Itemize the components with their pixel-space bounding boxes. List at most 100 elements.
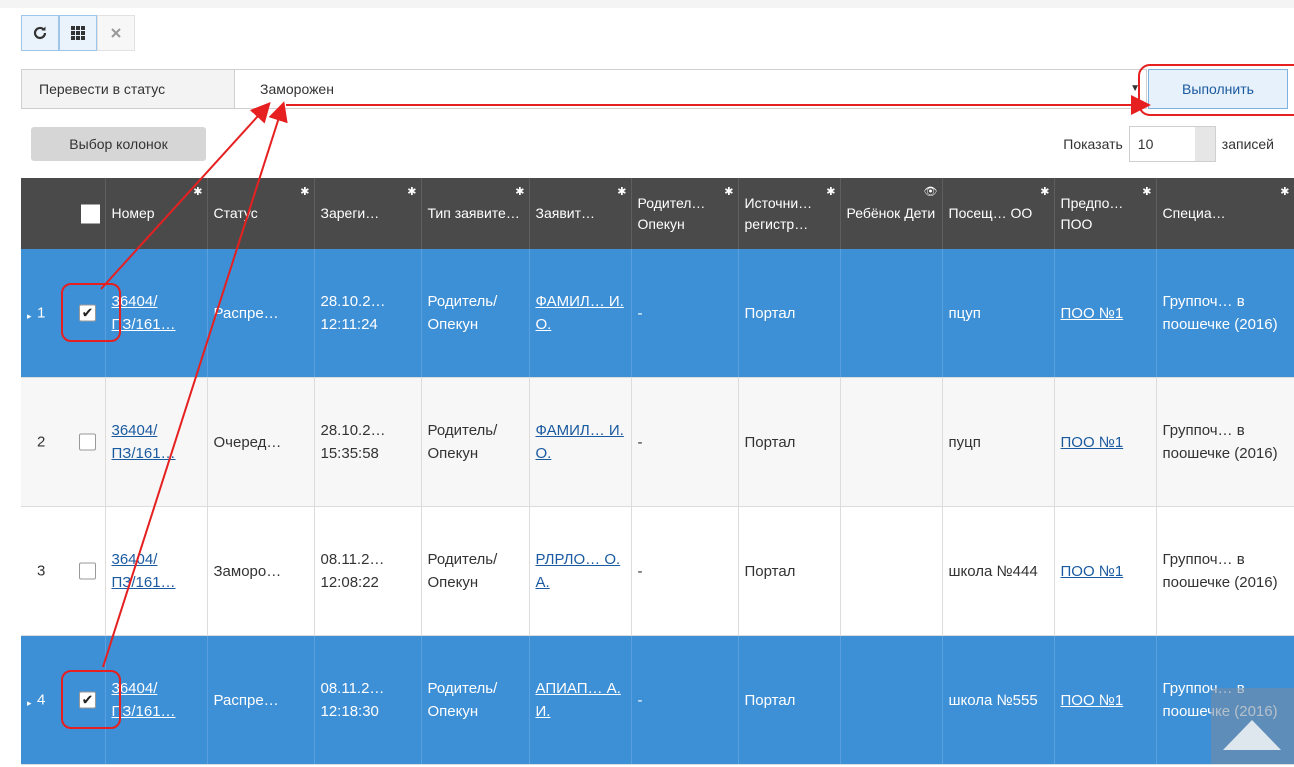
table-header-row: Номер ✱ Статус ✱ Зареги… ✱ Тип заявите… ✱ За…	[21, 178, 1294, 249]
cell-child	[840, 377, 943, 507]
cell-applicant: РЛРЛО… О. А.	[529, 506, 632, 636]
link-number[interactable]: 36404/ ПЗ/161…	[112, 680, 176, 720]
gear-icon[interactable]: ✱	[193, 182, 202, 203]
cell-parent: -	[631, 506, 739, 636]
header-applicant-type[interactable]: Тип заявите… ✱	[421, 178, 530, 249]
header-select-all	[21, 178, 106, 249]
cell-applicant: АПИАП… А. И.	[529, 635, 632, 765]
table-row[interactable]: 2 36404/ ПЗ/161… Очеред… 28.10.2… 15:35:58 Ро…	[21, 377, 1294, 507]
gear-icon[interactable]: ✱	[1040, 182, 1049, 203]
text-org: школа №444	[948, 562, 1038, 580]
header-specialty[interactable]: Специа… ✱	[1156, 178, 1294, 249]
gear-icon[interactable]: ✱	[724, 182, 733, 203]
table-row[interactable]: ▸ 1 ✔ 36404/ ПЗ/161… Распре… 28.10.2… 12:11:24…	[21, 249, 1294, 378]
link-pref[interactable]: ПОО №1	[1061, 305, 1124, 322]
close-button[interactable]	[97, 15, 135, 51]
cell-pref: ПОО №1	[1054, 635, 1157, 765]
header-applicant[interactable]: Заявит… ✱	[529, 178, 632, 249]
cell-org: пуцп	[942, 377, 1055, 507]
row-number: 1	[37, 304, 46, 322]
close-icon	[111, 28, 121, 38]
table-row[interactable]: ▸ 4 ✔ 36404/ ПЗ/161… Распре… 08.11.2… 12:18:30…	[21, 635, 1294, 765]
grid-button[interactable]	[59, 15, 97, 51]
row-checkbox[interactable]	[79, 433, 96, 451]
gear-icon[interactable]: ✱	[407, 182, 416, 203]
cell-type: Родитель/ Опекун	[421, 635, 530, 765]
refresh-button[interactable]	[21, 15, 59, 51]
cell-number: 36404/ ПЗ/161…	[105, 506, 208, 636]
link-pref[interactable]: ПОО №1	[1061, 563, 1124, 580]
text-status: Очеред…	[213, 433, 282, 451]
cell-spec: Группоч… в поошечке (2016)	[1156, 506, 1294, 636]
page-size-value: 10	[1137, 136, 1154, 152]
gear-icon[interactable]: ✱	[515, 182, 524, 203]
cell-parent: -	[631, 249, 739, 378]
status-selected-value: Заморожен	[260, 81, 334, 97]
execute-button[interactable]: Выполнить	[1148, 69, 1288, 109]
gear-icon[interactable]: ✱	[300, 182, 309, 203]
gear-icon[interactable]: ✱	[1280, 182, 1289, 203]
header-preferred-org[interactable]: Предпо… ПОО ✱	[1054, 178, 1157, 249]
cell-pref: ПОО №1	[1054, 506, 1157, 636]
select-all-checkbox[interactable]	[81, 204, 100, 223]
scroll-to-top-button[interactable]	[1211, 688, 1294, 764]
cell-dt: 08.11.2… 12:08:22	[314, 506, 422, 636]
cell-child	[840, 249, 943, 378]
cell-status: Распре…	[207, 249, 315, 378]
expand-icon[interactable]: ▸	[27, 692, 32, 715]
text-source: Портал	[744, 691, 796, 709]
text-spec: Группоч… в поошечке (2016)	[1162, 422, 1278, 462]
text-org: пуцп	[948, 433, 981, 451]
link-applicant[interactable]: АПИАП… А. И.	[536, 680, 621, 720]
checkbox-highlight	[61, 670, 121, 729]
text-parent: -	[637, 433, 643, 451]
cell-org: школа №555	[942, 635, 1055, 765]
row-number: 3	[37, 562, 46, 580]
link-applicant[interactable]: ФАМИЛ… И. О.	[536, 293, 624, 333]
text-spec: Группоч… в поошечке (2016)	[1162, 551, 1278, 591]
column-chooser-button[interactable]: Выбор колонок	[31, 127, 206, 161]
page-size-select[interactable]: 10	[1128, 126, 1216, 162]
header-source[interactable]: Источни… регистр… ✱	[738, 178, 841, 249]
cell-time: 12:08:22	[320, 574, 379, 591]
header-registered[interactable]: Зареги… ✱	[314, 178, 422, 249]
header-visited-org[interactable]: Посещ… ОО ✱	[942, 178, 1055, 249]
link-number[interactable]: 36404/ ПЗ/161…	[112, 422, 176, 462]
header-number[interactable]: Номер ✱	[105, 178, 208, 249]
gear-icon[interactable]: ✱	[1142, 182, 1151, 203]
link-number[interactable]: 36404/ ПЗ/161…	[112, 551, 176, 591]
gear-icon[interactable]: ✱	[826, 182, 835, 203]
header-child[interactable]: Ребёнок Дети 👁	[840, 178, 943, 249]
cell-org: пцуп	[942, 249, 1055, 378]
text-source: Портал	[744, 433, 796, 451]
header-status[interactable]: Статус ✱	[207, 178, 315, 249]
cell-status: Очеред…	[207, 377, 315, 507]
cell-status: Распре…	[207, 635, 315, 765]
header-parent[interactable]: Родител… Опекун ✱	[631, 178, 739, 249]
cell-source: Портал	[738, 249, 841, 378]
row-number: 4	[37, 691, 46, 709]
text-parent: -	[637, 304, 643, 322]
expand-icon[interactable]: ▸	[27, 305, 32, 328]
status-select[interactable]: Заморожен ▼	[235, 69, 1147, 109]
cell-pref: ПОО №1	[1054, 249, 1157, 378]
cell-parent: -	[631, 635, 739, 765]
link-pref[interactable]: ПОО №1	[1061, 434, 1124, 451]
gear-icon[interactable]: ✱	[617, 182, 626, 203]
text-org: школа №555	[948, 691, 1038, 709]
cell-source: Портал	[738, 377, 841, 507]
cell-status: Заморо…	[207, 506, 315, 636]
cell-child	[840, 635, 943, 765]
table-row[interactable]: 3 36404/ ПЗ/161… Заморо… 08.11.2… 12:08:22 Ро…	[21, 506, 1294, 636]
row-select-cell: 2	[21, 377, 106, 507]
status-label: Перевести в статус	[21, 69, 235, 109]
row-select-cell: ▸ 1 ✔	[21, 249, 121, 378]
row-checkbox[interactable]	[79, 562, 96, 580]
link-number[interactable]: 36404/ ПЗ/161…	[112, 293, 176, 333]
eye-icon[interactable]: 👁	[924, 182, 938, 203]
link-pref[interactable]: ПОО №1	[1061, 692, 1124, 709]
cell-applicant: ФАМИЛ… И. О.	[529, 377, 632, 507]
checkbox-highlight	[61, 283, 121, 342]
link-applicant[interactable]: ФАМИЛ… И. О.	[536, 422, 624, 462]
link-applicant[interactable]: РЛРЛО… О. А.	[536, 551, 621, 591]
